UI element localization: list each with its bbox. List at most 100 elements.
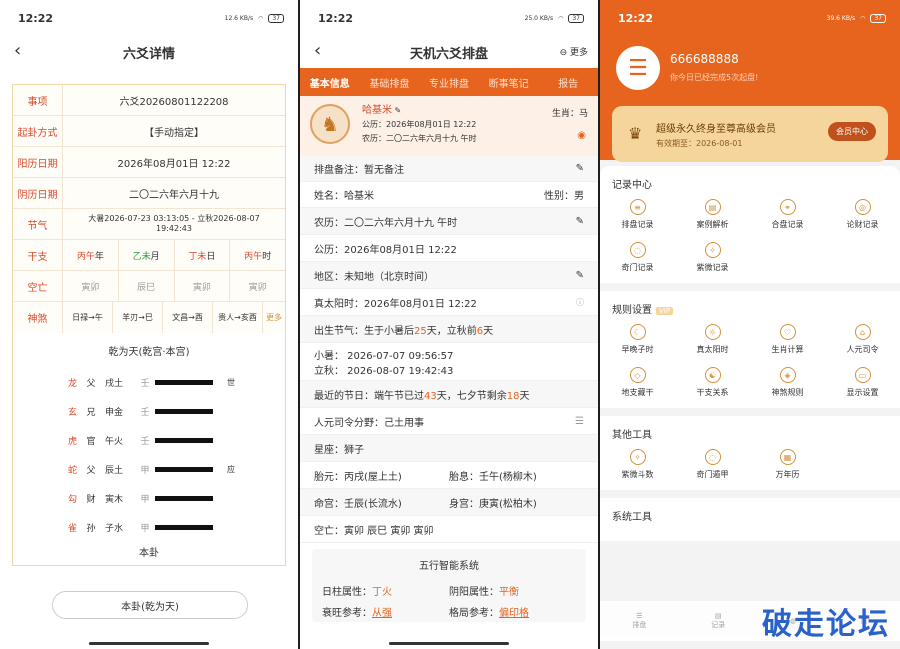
value-lunar: 二〇二六年六月十九 [129,189,219,201]
nav-records[interactable]: ▤ 记录 [711,612,725,630]
nav-paipan[interactable]: ☰ 排盘 [632,612,646,630]
yao-row: 玄兄申金壬 [13,397,285,426]
case-icon: ▤ [704,199,721,215]
menu-item[interactable]: ✧ 紫微记录 [675,242,750,273]
net-speed: 39.6 KB/s [826,14,856,22]
section-title: 记录中心 [612,180,652,191]
forum-watermark: 破走论坛 [762,607,890,642]
menu-item[interactable]: ▦ 万年历 [750,449,825,480]
edit-icon[interactable]: ✎ [576,163,584,174]
hexagram-button[interactable]: 本卦(乾为天) [52,591,248,619]
member-center-button[interactable]: 会员中心 [828,122,876,141]
section-title: 其他工具 [612,430,652,441]
yao-row: 龙父戌土壬世 [67,378,235,389]
menu-item[interactable]: ◈ 神煞规则 [750,367,825,398]
yang-line [155,496,213,501]
yang-line [155,438,213,443]
help-icon[interactable]: ⓘ [576,297,584,308]
menu-item[interactable]: ◌ 奇门记录 [600,242,675,273]
note-row: 排盘备注：暂无备注 [314,165,404,176]
label-lunar: 阴历日期 [13,178,63,208]
wifi-icon: ◠ [258,14,264,22]
value-method: 【手动指定】 [144,127,204,139]
qimen-icon: ◌ [704,449,721,465]
back-icon[interactable]: ‹ [314,40,321,61]
rules-section: 规则设置 VIP ☾ 早晚子时 ☼ 真太阳时 ♡ 生肖计算 ⌂ 人元司令 ◇ 地支藏干 ☯ 干… [600,291,900,408]
label-shensha: 神煞 [13,302,63,333]
clock: 12:22 [618,11,654,25]
house-icon: ⌂ [854,324,871,340]
menu-item[interactable]: ⚭ 合盘记录 [750,199,825,230]
menu-item[interactable]: ◇ 地支藏干 [600,367,675,398]
user-subtitle: 你今日已经完成5次起盘! [670,73,759,82]
menu-item[interactable]: ☯ 干支关系 [675,367,750,398]
menu-item[interactable]: ▤ 案例解析 [675,199,750,230]
region-row: 地区：未知地（北京时间） [314,271,434,283]
doc-icon: ▤ [714,612,722,620]
kongwang-cells: 寅卯 辰巳 寅卯 寅卯 [63,271,285,301]
value-solar: 2026年08月01日 12:22 [117,158,231,170]
solar-row: 公历：2026年08月01日 12:22 [314,244,457,256]
more-button[interactable]: ⊖ 更多 [560,45,588,58]
menu-item[interactable]: ≡ 排盘记录 [600,199,675,230]
back-icon[interactable]: ‹ [14,40,21,61]
menu-item[interactable]: ⌂ 人元司令 [825,324,900,355]
tab-notes[interactable]: 断事笔记 [479,75,539,90]
edit-icon[interactable]: ✎ [576,216,584,227]
tab-basic[interactable]: 基本信息 [300,75,360,90]
edit-icon[interactable]: ✎ [395,106,402,115]
eye-icon[interactable]: ◉ [577,130,586,141]
profile-card: ♞ 哈基米 ✎ 公历：2026年08月01日 12:22 农历：二〇二六年六月十… [300,96,598,156]
festival-row: 最近的节日：端午节已过43天，七夕节剩余18天 [314,390,530,402]
nav-bar: ‹ 天机六爻排盘 ⊖ 更多 [300,36,598,68]
label-item: 事项 [13,85,63,115]
profile-lunar: 农历：二〇二六年六月十九 午时 [362,134,477,143]
shield-icon: ◈ [779,367,796,383]
menu-item[interactable]: ♡ 生肖计算 [750,324,825,355]
records-section: 记录中心 ≡ 排盘记录 ▤ 案例解析 ⚭ 合盘记录 ◎ 论财记录 ◌ 奇门记录 ✧ 紫微记录 [600,166,900,283]
qimen-icon: ◌ [629,242,646,258]
detail-card: 事项 六爻20260801122208 起卦方式 【手动指定】 阳历日期 2026年0… [12,84,286,566]
tab-pro-chart[interactable]: 专业排盘 [419,75,479,90]
menu-item[interactable]: ☾ 早晚子时 [600,324,675,355]
yang-line [155,467,213,472]
status-bar: 12:22 39.6 KB/s ◠ 37 [600,0,900,36]
shensha-cells: 日禄→午 羊刃→巳 文昌→酉 贵人→亥酉 更多 [63,302,285,333]
tab-report[interactable]: 报告 [538,75,598,90]
geju-link[interactable]: 偏印格 [499,608,529,619]
star-row: 星座：狮子 [314,444,364,456]
branch-icon: ◇ [629,367,646,383]
tab-basic-chart[interactable]: 基础排盘 [360,75,420,90]
user-avatar[interactable]: ☰ [616,46,660,90]
more-link[interactable]: 更多 [263,302,285,333]
menu-item[interactable]: ☼ 真太阳时 [675,324,750,355]
ziwei-icon: ✧ [704,242,721,258]
jieqi-row: 出生节气：生于小暑后25天，立秋前6天 [314,325,494,337]
liqiu-row: 立秋： 2026-08-07 19:42:43 [314,365,454,377]
bengua-label: 本卦 [139,548,159,559]
paipan-screen: 12:22 25.0 KB/s ◠ 37 ‹ 天机六爻排盘 ⊖ 更多 基本信息 基础… [300,0,598,649]
yinyang-icon: ☯ [704,367,721,383]
merge-icon: ⚭ [779,199,796,215]
record-icon: ≡ [629,199,646,215]
shuaiwang-link[interactable]: 从强 [372,608,392,619]
yao-row: 雀孙子水甲 [13,513,285,542]
value-jieqi: 大暑2026-07-23 03:13:05 - 立秋2026-08-07 19:4… [88,214,260,233]
edit-icon[interactable]: ✎ [576,270,584,281]
renyuan-row: 人元司令分野：己土用事 [314,417,424,429]
settings-icon[interactable]: ☰ [575,416,584,427]
hexagram-panel: 乾为天(乾宫·本宫) 龙父戌土壬世 玄兄申金壬 虎官午火壬 蛇父辰土甲应 勾财寅… [13,333,285,565]
menu-item[interactable]: ◌ 奇门遁甲 [675,449,750,480]
wuxing-title: 五行智能系统 [419,561,479,572]
gender: 性别：男 [544,191,584,202]
menu-item[interactable]: ◎ 论财记录 [825,199,900,230]
yang-line [155,409,213,414]
menu-item[interactable]: ✧ 紫微斗数 [600,449,675,480]
profile-screen: 12:22 39.6 KB/s ◠ 37 ☰ 666688888 你今日已经完成5次… [600,0,900,649]
lunar-row: 农历：二〇二六年六月十九 午时 [314,217,458,229]
section-title: 系统工具 [612,512,652,523]
zodiac: 生肖：马 [551,109,588,119]
profile-solar: 公历：2026年08月01日 12:22 [362,120,477,129]
wealth-icon: ◎ [854,199,871,215]
menu-item[interactable]: ▭ 显示设置 [825,367,900,398]
